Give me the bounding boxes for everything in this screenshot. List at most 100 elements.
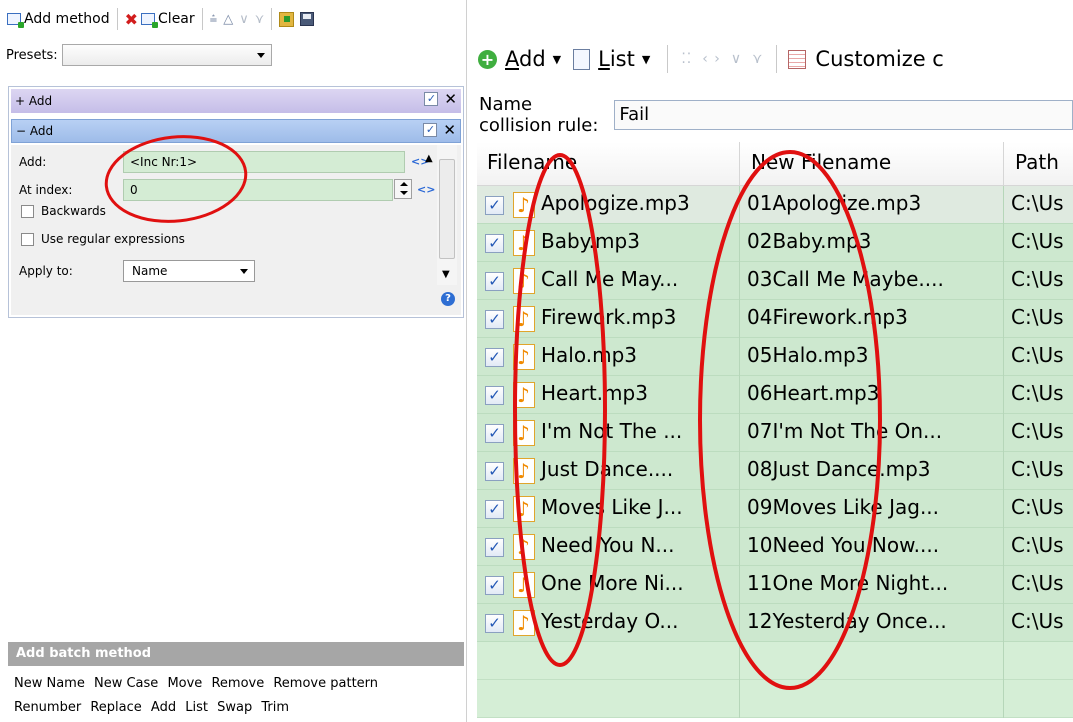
move-top-button[interactable]: ⩮ (207, 6, 221, 32)
batch-link-new-case[interactable]: New Case (94, 676, 158, 691)
row-checkbox[interactable]: ✓ (485, 500, 504, 519)
filename-cell[interactable]: Yesterday O... (541, 609, 678, 633)
move-up-button[interactable]: △ (220, 6, 236, 32)
help-icon[interactable]: ? (441, 292, 455, 306)
new-filename-cell[interactable]: 12Yesterday Once... (747, 609, 947, 633)
filename-cell[interactable]: Apologize.mp3 (541, 191, 690, 215)
batch-link-list[interactable]: List (185, 700, 208, 715)
new-filename-cell[interactable]: 02Baby.mp3 (747, 229, 871, 253)
presets-dropdown[interactable] (61, 44, 272, 66)
filename-cell[interactable]: Moves Like J... (541, 495, 683, 519)
row-checkbox[interactable]: ✓ (485, 272, 504, 291)
column-divider[interactable] (739, 142, 740, 186)
move-down-button[interactable]: ∨ (236, 6, 252, 32)
column-header-path[interactable]: Path (1015, 150, 1059, 174)
path-cell[interactable]: C:\Us (1011, 381, 1064, 405)
chevron-down-icon[interactable]: ▼ (553, 53, 561, 66)
table-row[interactable]: ✓ Heart.mp3 06Heart.mp3 C:\Us (477, 376, 1073, 414)
filename-cell[interactable]: One More Ni... (541, 571, 684, 595)
chevron-down-icon[interactable]: ▼ (642, 53, 650, 66)
row-checkbox[interactable]: ✓ (485, 348, 504, 367)
batch-link-renumber[interactable]: Renumber (14, 700, 81, 715)
row-checkbox[interactable]: ✓ (485, 234, 504, 253)
scrollbar-thumb[interactable] (439, 159, 455, 259)
row-checkbox[interactable]: ✓ (485, 462, 504, 481)
table-row[interactable]: ✓ Yesterday O... 12Yesterday Once... C:\Us (477, 604, 1073, 642)
path-cell[interactable]: C:\Us (1011, 457, 1064, 481)
table-row[interactable]: ✓ Call Me May... 03Call Me Maybe.... C:\Us (477, 262, 1073, 300)
table-row[interactable]: ✓ Halo.mp3 05Halo.mp3 C:\Us (477, 338, 1073, 376)
index-spinner[interactable] (394, 179, 412, 199)
row-checkbox[interactable]: ✓ (485, 310, 504, 329)
filename-cell[interactable]: Heart.mp3 (541, 381, 648, 405)
new-filename-cell[interactable]: 05Halo.mp3 (747, 343, 868, 367)
filename-cell[interactable]: Baby.mp3 (541, 229, 640, 253)
table-row[interactable]: ✓ I'm Not The ... 07I'm Not The On... C:\Us (477, 414, 1073, 452)
save-button[interactable] (297, 6, 317, 32)
scroll-up-icon[interactable]: ▲ (425, 153, 433, 164)
move-down-icon[interactable]: ∨ (731, 51, 742, 67)
expand-toggle[interactable]: + (15, 94, 25, 108)
method-header-2[interactable]: − Add ✓ ✕ (11, 119, 461, 143)
new-filename-cell[interactable]: 07I'm Not The On... (747, 419, 942, 443)
list-button[interactable]: List ▼ (570, 46, 659, 72)
path-cell[interactable]: C:\Us (1011, 571, 1064, 595)
add-text-field[interactable]: <Inc Nr:1> (123, 151, 405, 173)
insert-meta-icon[interactable]: <> (417, 183, 435, 196)
filename-cell[interactable]: Need You N... (541, 533, 675, 557)
batch-link-swap[interactable]: Swap (217, 700, 252, 715)
table-row[interactable]: ✓ Firework.mp3 04Firework.mp3 C:\Us (477, 300, 1073, 338)
table-row[interactable]: ✓ Need You N... 10Need You Now.... C:\Us (477, 528, 1073, 566)
backwards-checkbox[interactable] (21, 205, 34, 218)
clear-button[interactable]: ✖ Clear (122, 6, 198, 32)
add-method-button[interactable]: Add method (4, 6, 113, 32)
path-cell[interactable]: C:\Us (1011, 533, 1064, 557)
customize-button[interactable]: Customize c (785, 46, 946, 72)
method-header-1[interactable]: + Add ✓ ✕ (11, 89, 461, 113)
batch-link-remove-pattern[interactable]: Remove pattern (273, 676, 378, 691)
close-icon[interactable]: ✕ (443, 123, 456, 138)
path-cell[interactable]: C:\Us (1011, 609, 1064, 633)
move-up-icon[interactable]: ‹ › (702, 51, 721, 67)
move-top-icon[interactable]: ⁚⁚ (681, 51, 692, 67)
table-row[interactable]: ✓ Moves Like J... 09Moves Like Jag... C:\Us (477, 490, 1073, 528)
table-row[interactable]: ✓ Apologize.mp3 01Apologize.mp3 C:\Us (477, 186, 1073, 224)
table-row[interactable]: ✓ One More Ni... 11One More Night... C:\Us (477, 566, 1073, 604)
new-filename-cell[interactable]: 08Just Dance.mp3 (747, 457, 931, 481)
apply-to-dropdown[interactable]: Name (123, 260, 255, 282)
row-checkbox[interactable]: ✓ (485, 196, 504, 215)
path-cell[interactable]: C:\Us (1011, 191, 1064, 215)
batch-link-trim[interactable]: Trim (261, 700, 289, 715)
filename-cell[interactable]: Just Dance.... (541, 457, 673, 481)
filename-cell[interactable]: Call Me May... (541, 267, 678, 291)
filename-cell[interactable]: I'm Not The ... (541, 419, 682, 443)
scroll-down-icon[interactable]: ▼ (442, 269, 450, 280)
path-cell[interactable]: C:\Us (1011, 419, 1064, 443)
path-cell[interactable]: C:\Us (1011, 495, 1064, 519)
move-bottom-icon[interactable]: ⋎ (752, 51, 763, 67)
row-checkbox[interactable]: ✓ (485, 538, 504, 557)
column-header-filename[interactable]: Filename (487, 150, 577, 174)
path-cell[interactable]: C:\Us (1011, 305, 1064, 329)
path-cell[interactable]: C:\Us (1011, 343, 1064, 367)
path-cell[interactable]: C:\Us (1011, 229, 1064, 253)
row-checkbox[interactable]: ✓ (485, 614, 504, 633)
batch-link-add[interactable]: Add (151, 700, 176, 715)
new-filename-cell[interactable]: 03Call Me Maybe.... (747, 267, 944, 291)
filename-cell[interactable]: Firework.mp3 (541, 305, 676, 329)
collapse-toggle[interactable]: − (16, 124, 26, 138)
add-files-button[interactable]: + Add ▼ (475, 46, 570, 72)
method-enabled-checkbox[interactable]: ✓ (424, 92, 439, 106)
table-row[interactable]: ✓ Baby.mp3 02Baby.mp3 C:\Us (477, 224, 1073, 262)
collision-rule-dropdown[interactable]: Fail (614, 100, 1073, 130)
batch-link-new-name[interactable]: New Name (14, 676, 85, 691)
batch-link-remove[interactable]: Remove (211, 676, 264, 691)
table-row[interactable]: ✓ Just Dance.... 08Just Dance.mp3 C:\Us (477, 452, 1073, 490)
method-enabled-checkbox[interactable]: ✓ (423, 123, 438, 137)
new-filename-cell[interactable]: 09Moves Like Jag... (747, 495, 939, 519)
regex-checkbox[interactable] (21, 233, 34, 246)
batch-link-move[interactable]: Move (167, 676, 202, 691)
at-index-field[interactable]: 0 (123, 179, 393, 201)
row-checkbox[interactable]: ✓ (485, 386, 504, 405)
row-checkbox[interactable]: ✓ (485, 576, 504, 595)
